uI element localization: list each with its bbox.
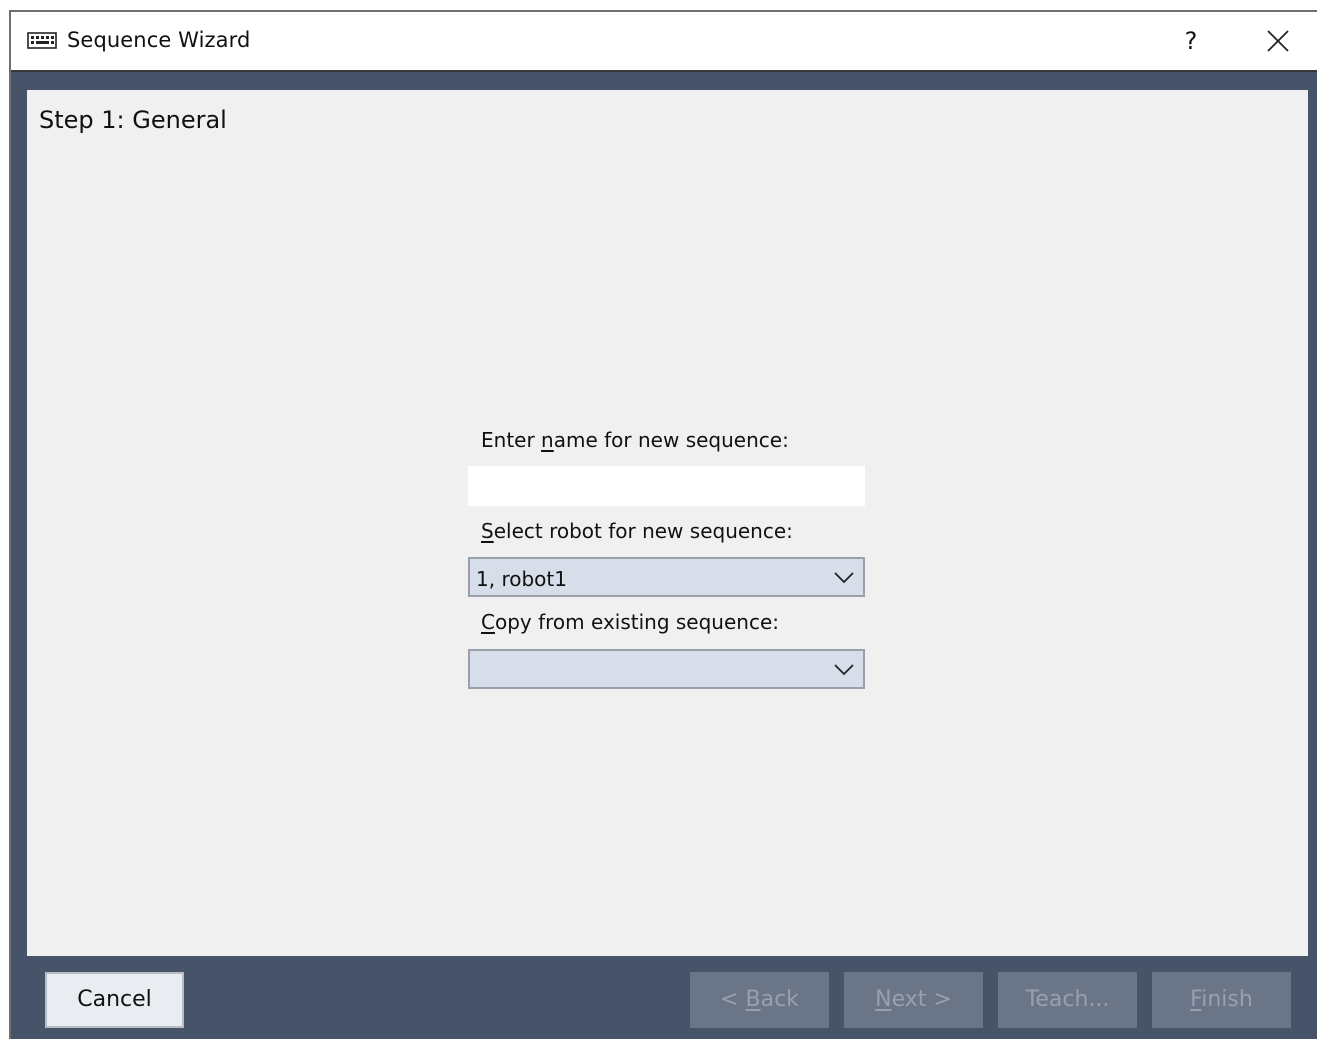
help-button[interactable]: ? bbox=[1171, 20, 1211, 62]
copy-sequence-label: Copy from existing sequence: bbox=[481, 610, 780, 634]
chevron-down-icon bbox=[834, 572, 854, 584]
window-title: Sequence Wizard bbox=[67, 28, 251, 52]
name-field-label: Enter name for new sequence: bbox=[481, 428, 789, 452]
sequence-wizard-window: Sequence Wizard ? Step 1: General Enter … bbox=[9, 10, 1317, 1039]
next-button[interactable]: Next > bbox=[844, 972, 983, 1028]
wizard-content-panel: Step 1: General Enter name for new seque… bbox=[27, 90, 1308, 956]
robot-select-value: 1, robot1 bbox=[476, 567, 567, 591]
finish-button[interactable]: Finish bbox=[1152, 972, 1291, 1028]
cancel-button[interactable]: Cancel bbox=[45, 972, 184, 1028]
step-title: Step 1: General bbox=[39, 106, 227, 134]
back-button[interactable]: < Back bbox=[690, 972, 829, 1028]
close-icon bbox=[1267, 30, 1289, 52]
sequence-name-input[interactable] bbox=[468, 466, 865, 506]
teach-button[interactable]: Teach... bbox=[998, 972, 1137, 1028]
top-strip bbox=[0, 0, 1317, 10]
close-button[interactable] bbox=[1255, 20, 1301, 62]
title-bar: Sequence Wizard ? bbox=[11, 12, 1317, 72]
copy-sequence-dropdown[interactable] bbox=[468, 649, 865, 689]
chevron-down-icon bbox=[834, 664, 854, 676]
robot-select-label: Select robot for new sequence: bbox=[481, 519, 793, 543]
help-icon: ? bbox=[1184, 27, 1198, 55]
keyboard-icon bbox=[27, 31, 57, 51]
robot-select-dropdown[interactable]: 1, robot1 bbox=[468, 557, 865, 597]
